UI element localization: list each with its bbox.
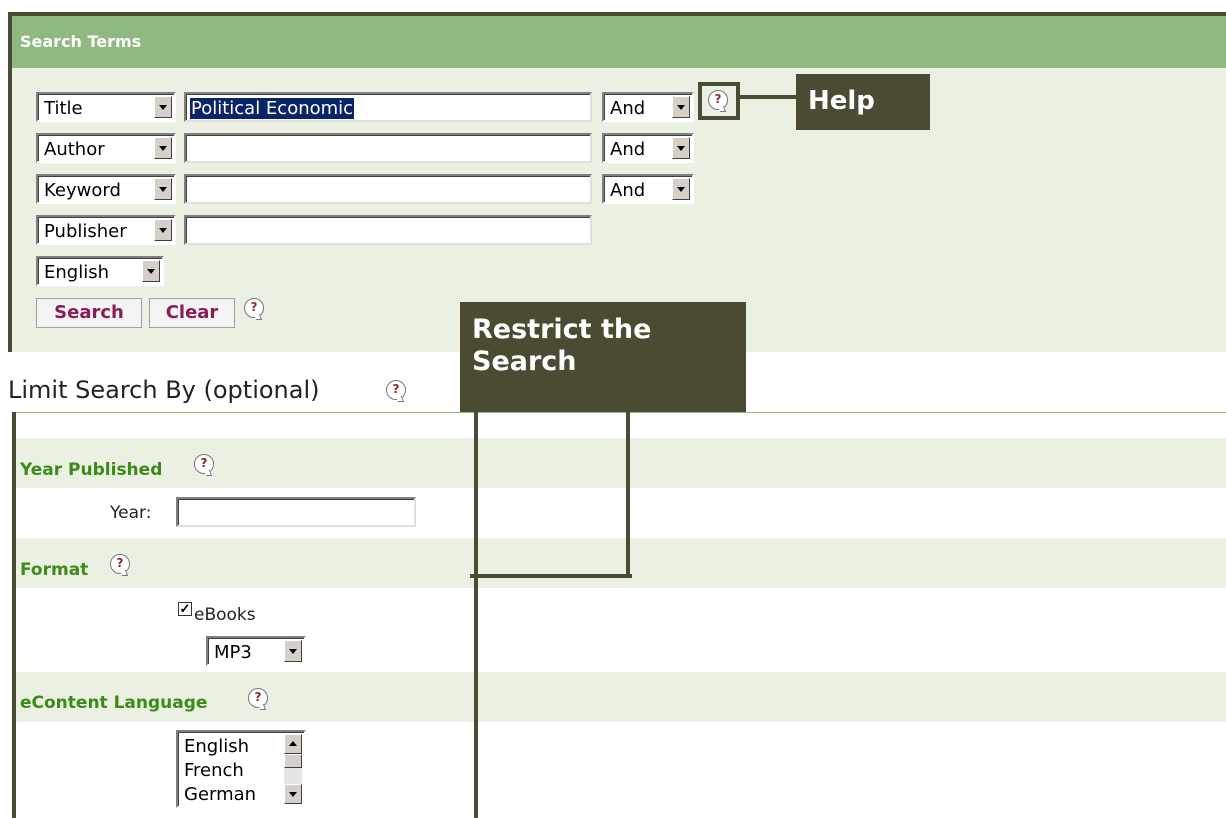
field-select-2-value: Author: [44, 139, 105, 160]
search-term-input-1-value: Political Economic: [190, 98, 355, 119]
field-select-3[interactable]: Keyword: [36, 174, 176, 204]
operator-select-2-value: And: [610, 139, 646, 160]
chevron-down-icon: [154, 137, 172, 159]
chevron-down-icon: [672, 178, 690, 200]
year-label: Year:: [110, 503, 152, 523]
help-icon[interactable]: ?: [248, 688, 268, 708]
search-button[interactable]: Search: [36, 298, 142, 328]
format-band: [16, 538, 1226, 588]
restrict-connector-right: [626, 412, 630, 578]
restrict-search-callout: Restrict the Search: [460, 302, 746, 412]
chevron-down-icon: [672, 137, 690, 159]
chevron-down-icon: [154, 96, 172, 118]
help-icon[interactable]: ?: [194, 454, 214, 474]
search-terms-title: Search Terms: [20, 32, 142, 51]
search-term-input-4[interactable]: [184, 215, 592, 245]
field-select-4[interactable]: Publisher: [36, 215, 176, 245]
search-term-input-1[interactable]: Political Economic: [184, 92, 592, 122]
help-icon[interactable]: ?: [386, 380, 406, 400]
field-select-3-value: Keyword: [44, 180, 121, 201]
help-icon[interactable]: ?: [244, 298, 264, 318]
help-callout: Help: [796, 74, 930, 130]
divider: [12, 412, 1226, 413]
search-term-input-2[interactable]: [184, 133, 592, 163]
year-input[interactable]: [176, 497, 416, 527]
field-select-4-value: Publisher: [44, 221, 127, 242]
format-type-select[interactable]: MP3: [206, 636, 306, 666]
scroll-up-icon[interactable]: [284, 734, 302, 754]
restrict-connector-vertical: [474, 412, 478, 818]
chevron-down-icon: [142, 260, 160, 282]
search-term-input-3[interactable]: [184, 174, 592, 204]
operator-select-1-value: And: [610, 98, 646, 119]
language-select-value: English: [44, 262, 109, 283]
help-icon[interactable]: ?: [708, 90, 728, 110]
clear-button[interactable]: Clear: [149, 298, 235, 328]
scroll-down-icon[interactable]: [284, 784, 302, 804]
limit-search-title: Limit Search By (optional): [8, 376, 320, 404]
operator-select-1[interactable]: And: [602, 92, 694, 122]
operator-select-3-value: And: [610, 180, 646, 201]
search-terms-header: [12, 16, 1226, 68]
econtent-language-listbox[interactable]: English French German: [176, 730, 306, 808]
field-select-1[interactable]: Title: [36, 92, 176, 122]
listbox-scrollbar[interactable]: [284, 734, 302, 804]
chevron-down-icon: [154, 219, 172, 241]
restrict-connector-horizontal: [470, 574, 632, 578]
year-published-label: Year Published: [20, 460, 163, 480]
restrict-search-callout-line1: Restrict the: [472, 314, 652, 345]
listbox-item[interactable]: German: [184, 784, 256, 805]
ebooks-label: eBooks: [194, 605, 256, 625]
format-type-select-value: MP3: [214, 642, 252, 663]
field-select-1-value: Title: [44, 98, 83, 119]
operator-select-3[interactable]: And: [602, 174, 694, 204]
econtent-language-label: eContent Language: [20, 693, 208, 713]
format-label: Format: [20, 560, 89, 580]
language-select[interactable]: English: [36, 256, 164, 286]
operator-select-2[interactable]: And: [602, 133, 694, 163]
chevron-down-icon: [672, 96, 690, 118]
scroll-thumb[interactable]: [284, 754, 302, 768]
help-icon[interactable]: ?: [110, 554, 130, 574]
ebooks-checkbox[interactable]: ✓: [178, 602, 192, 616]
field-select-2[interactable]: Author: [36, 133, 176, 163]
limit-search-title-text: Limit Search By (optional): [8, 376, 320, 404]
listbox-item[interactable]: English: [184, 736, 249, 757]
restrict-search-callout-line2: Search: [472, 346, 577, 377]
help-connector-line: [740, 95, 798, 99]
chevron-down-icon: [284, 640, 302, 662]
chevron-down-icon: [154, 178, 172, 200]
listbox-item[interactable]: French: [184, 760, 244, 781]
